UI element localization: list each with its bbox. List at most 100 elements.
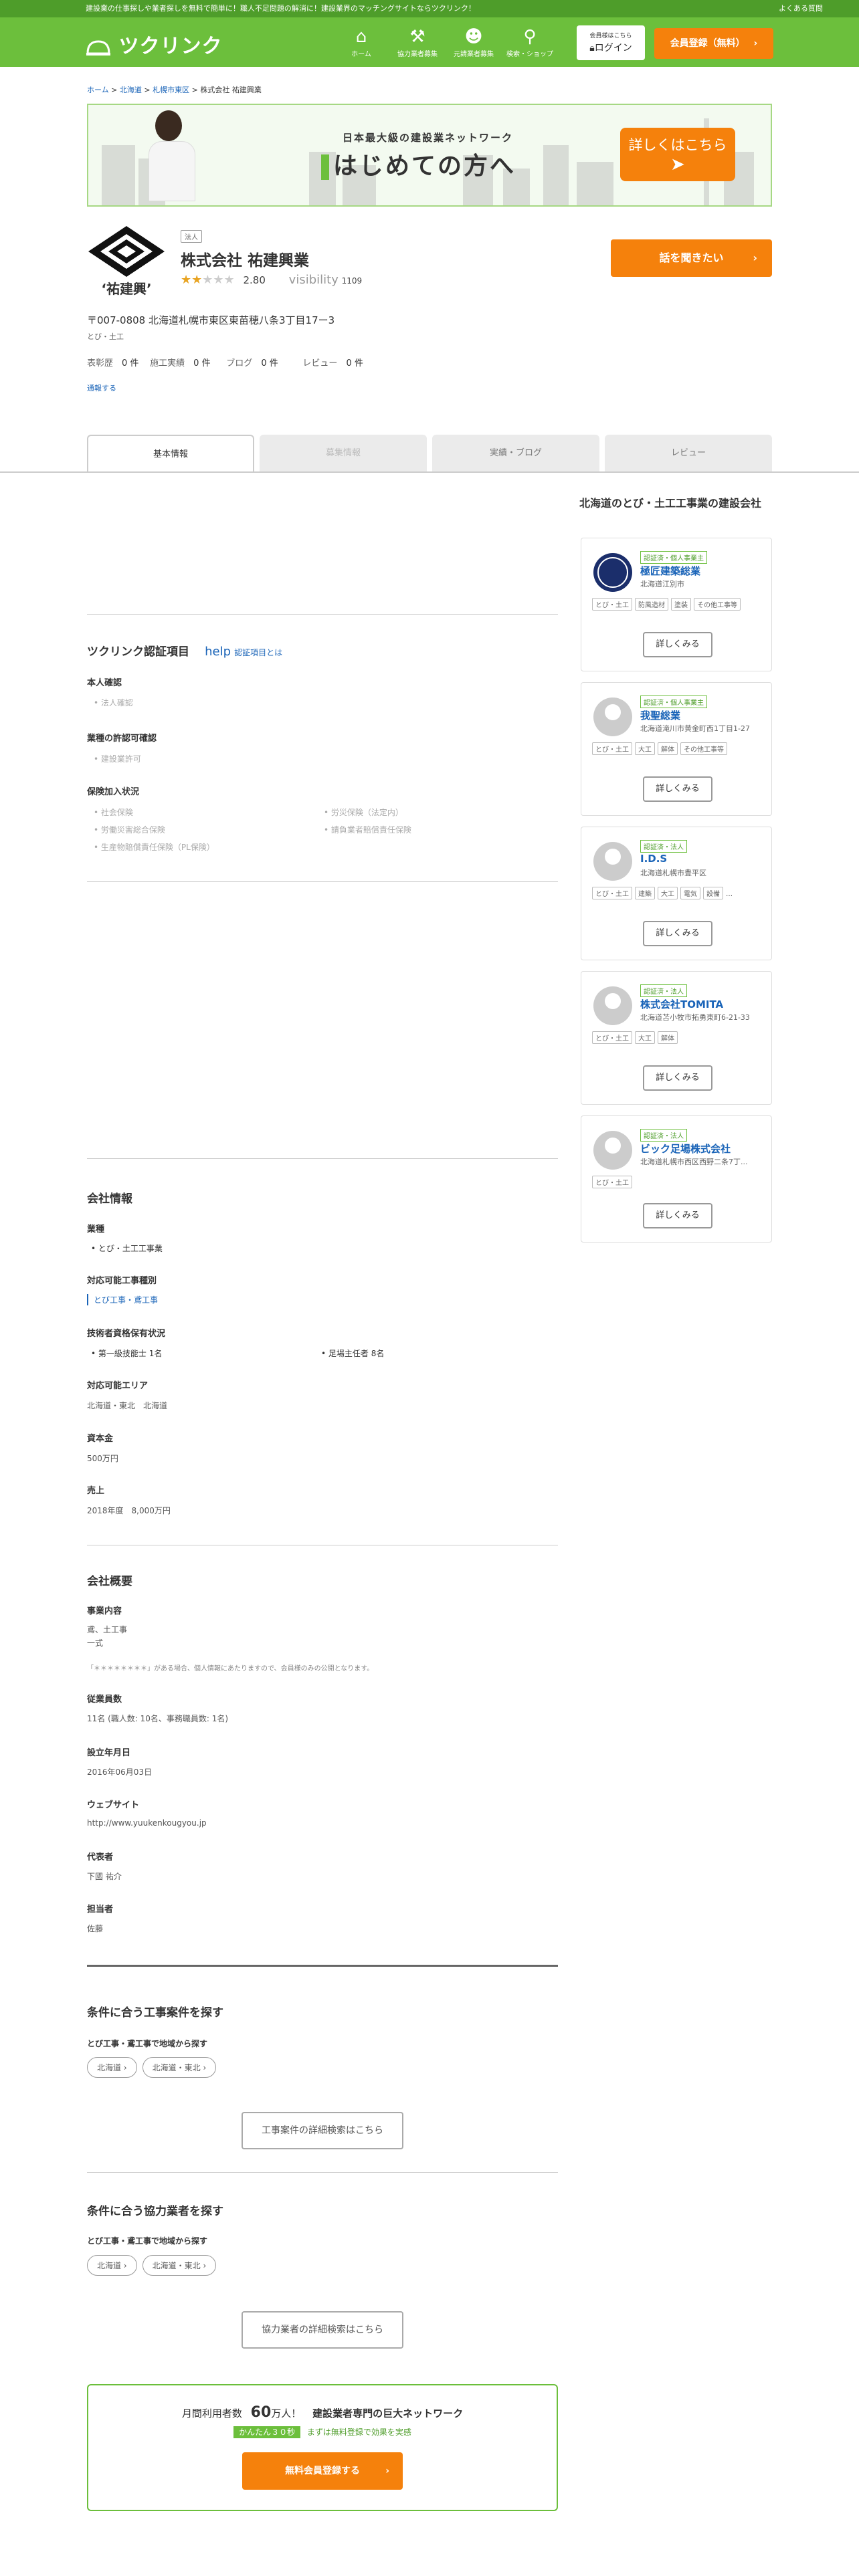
nav-search-shop[interactable]: ⚲ 検索・ショップ — [503, 25, 557, 58]
cta-badge: かんたん３０秒 — [233, 2426, 301, 2438]
company-card-detail-button[interactable]: 詳しくみる — [643, 921, 712, 946]
search-shop-icon: ⚲ — [523, 27, 537, 47]
company-stats: 表彰歴 0 件 施工実績 0 件 ブログ 0 件 レビュー 0 件 — [87, 356, 376, 368]
company-card-name[interactable]: ビック足場株式会社 — [640, 1142, 731, 1156]
founded-value: 2016年06月03日 — [87, 1767, 153, 1777]
permit-title: 業種の許認可確認 — [87, 734, 157, 744]
site-logo[interactable]: ツクリンク — [86, 29, 222, 59]
area-pill-hokkaido[interactable]: 北海道 › — [87, 2255, 137, 2276]
company-avatar-placeholder — [593, 842, 632, 881]
nav-home[interactable]: ⌂ ホーム — [335, 25, 388, 58]
arrow-right-icon: ➤ — [670, 154, 685, 175]
content-title: 事業内容 — [87, 1606, 122, 1616]
partner-detail-search-button[interactable]: 協力業者の詳細検索はこちら — [242, 2311, 403, 2349]
stat-awards: 表彰歴 0 件 — [87, 358, 139, 368]
identity-title: 本人確認 — [87, 678, 122, 688]
nav-partner-recruit[interactable]: ⚒ 協力業者募集 — [391, 25, 444, 58]
banner-detail-button[interactable]: 詳しくはこちら ➤ — [620, 128, 735, 181]
cert-title: ツクリンク認証項目 — [87, 645, 189, 659]
company-card[interactable]: 認証済・法人 I.D.S 北海道札幌市豊平区 とび・土工 建築 大工 電気 設備… 詳し… — [581, 827, 772, 960]
view-count: 1109 — [341, 276, 363, 286]
company-card-address: 北海道札幌市西区西野二条7丁... — [640, 1158, 748, 1166]
company-card-tags: とび・土工 大工 解体 — [592, 1031, 680, 1044]
logo-text: ツクリンク — [118, 35, 223, 58]
report-link[interactable]: 通報する — [87, 383, 116, 393]
industry-title: 業種 — [87, 1224, 105, 1235]
tab-recruit-info[interactable]: 募集情報 — [260, 435, 427, 472]
company-card-address: 北海道滝川市黄金町西1丁目1-27 — [640, 724, 750, 733]
sales-title: 売上 — [87, 1486, 105, 1496]
insurance-item: • 労働災害総合保険 — [94, 825, 165, 835]
company-card-name[interactable]: 極匠建築総業 — [640, 564, 700, 578]
company-card[interactable]: 認証済・個人事業主 我聖総業 北海道滝川市黄金町西1丁目1-27 とび・土工 大工… — [581, 682, 772, 816]
qual-item: • 第一級技能士 1名 — [91, 1349, 163, 1358]
section-divider-thick — [87, 1965, 558, 1967]
faq-link[interactable]: よくある質問 — [779, 0, 823, 17]
login-button[interactable]: 会員様はこちら 🔒︎ログイン — [577, 25, 645, 60]
company-card-tags: とび・土工 防風造材 塗装 その他工事等 — [592, 597, 743, 611]
company-avatar-placeholder — [593, 1131, 632, 1170]
company-category: とび・土工 — [87, 332, 124, 341]
star-rating-icon: ★★★★★ — [181, 273, 235, 287]
company-logo-text: ʻ祐建興ʼ — [101, 281, 152, 297]
company-card-address: 北海道札幌市豊平区 — [640, 869, 706, 877]
contact-title: 担当者 — [87, 1905, 114, 1915]
tab-basic-info[interactable]: 基本情報 — [87, 435, 254, 472]
capital-title: 資本金 — [87, 1434, 114, 1444]
company-card[interactable]: 認証済・法人 株式会社TOMITA 北海道苫小牧市拓勇東町6-21-33 とび・… — [581, 971, 772, 1105]
section-divider — [87, 2172, 558, 2173]
qual-item: • 足場主任者 8名 — [321, 1349, 385, 1358]
breadcrumb-pref[interactable]: 北海道 — [120, 86, 142, 94]
tab-works-blog[interactable]: 実績・ブログ — [432, 435, 599, 472]
company-card-name[interactable]: 株式会社TOMITA — [640, 997, 723, 1011]
area-pill-hokkaido[interactable]: 北海道 › — [87, 2057, 137, 2078]
talk-button-label: 話を聞きたい — [659, 251, 724, 264]
company-rating: ★★★★★ 2.80 visibility 1109 — [181, 273, 362, 287]
company-card-detail-button[interactable]: 詳しくみる — [643, 1065, 712, 1091]
breadcrumb-city[interactable]: 札幌市東区 — [153, 86, 189, 94]
company-card-detail-button[interactable]: 詳しくみる — [643, 1203, 712, 1228]
verified-badge: 認証済・法人 — [640, 840, 687, 853]
visibility-icon: visibility — [288, 273, 339, 287]
tab-reviews[interactable]: レビュー — [605, 435, 772, 472]
talk-button[interactable]: 話を聞きたい › — [611, 239, 772, 277]
job-detail-search-button[interactable]: 工事案件の詳細検索はこちら — [242, 2112, 403, 2149]
worker-icon: ☻ — [464, 27, 483, 47]
rep-title: 代表者 — [87, 1852, 114, 1862]
company-card-name[interactable]: 我聖総業 — [640, 708, 680, 722]
company-card[interactable]: 認証済・法人 ビック足場株式会社 北海道札幌市西区西野二条7丁... とび・土工… — [581, 1115, 772, 1243]
nav-home-label: ホーム — [351, 51, 371, 58]
hammer-icon: ⚒ — [409, 27, 425, 47]
verified-badge: 認証済・法人 — [640, 1129, 687, 1142]
nav-contractor-recruit[interactable]: ☻ 元請業者募集 — [447, 25, 500, 58]
cta-number: 60 — [250, 2404, 272, 2421]
breadcrumb-home[interactable]: ホーム — [87, 86, 109, 94]
lock-icon: 🔒︎ — [589, 43, 595, 53]
area-pill-hokkaido-tohoku[interactable]: 北海道・東北 › — [142, 2255, 217, 2276]
breadcrumb-current: 株式会社 祐建興業 — [200, 86, 262, 94]
stat-reviews: レビュー 0 件 — [302, 358, 363, 368]
company-card-detail-button[interactable]: 詳しくみる — [643, 776, 712, 802]
home-icon: ⌂ — [355, 27, 367, 47]
beginner-banner[interactable]: 日本最大級の建設業ネットワーク はじめての方へ 詳しくはこちら ➤ — [87, 104, 772, 207]
section-divider — [87, 881, 558, 882]
company-card-detail-button[interactable]: 詳しくみる — [643, 632, 712, 657]
sidebar-title: 北海道のとび・土工工事業の建設会社 — [579, 497, 762, 510]
company-card[interactable]: 認証済・個人事業主 極匠建築総業 北海道江別市 とび・土工 防風造材 塗装 その他工事… — [581, 538, 772, 671]
search-jobs-sub: とび工事・鳶工事で地域から探す — [87, 2039, 208, 2048]
nav-search-label: 検索・ショップ — [506, 51, 553, 58]
top-announcement-bar: 建設業の仕事探しや業者探しを無料で簡単に！職人不足問題の解消に！建設業界のマッチ… — [0, 0, 859, 17]
free-register-label: 無料会員登録する — [285, 2466, 360, 2476]
free-register-button[interactable]: 無料会員登録する › — [242, 2452, 403, 2490]
help-icon[interactable]: help — [205, 645, 231, 659]
cert-help-link[interactable]: 認証項目とは — [234, 648, 282, 657]
area-pill-hokkaido-tohoku[interactable]: 北海道・東北 › — [142, 2057, 217, 2078]
content-value-2: 一式 — [87, 1638, 104, 1648]
verified-badge: 認証済・法人 — [640, 984, 687, 997]
work-type-link[interactable]: とび工事・鳶工事 — [87, 1294, 158, 1305]
company-card-name[interactable]: I.D.S — [640, 853, 667, 865]
chevron-right-icon: › — [753, 251, 757, 264]
register-button[interactable]: 会員登録（無料） › — [654, 28, 773, 59]
area-title: 対応可能エリア — [87, 1381, 149, 1391]
website-value[interactable]: http://www.yuukenkougyou.jp — [87, 1818, 207, 1828]
